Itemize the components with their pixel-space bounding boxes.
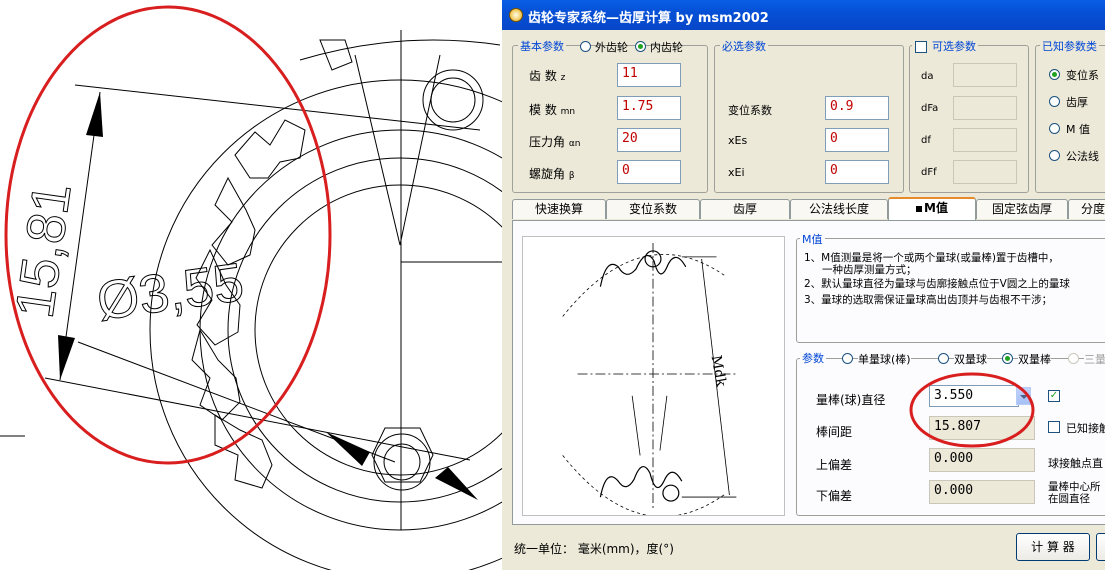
upper-deviation-label: 上偏差 (816, 458, 853, 472)
da-label: da (921, 71, 934, 82)
rod-center-circle-label-2: 在圆直径 (1048, 493, 1090, 505)
known-m-value-label: M 值 (1066, 123, 1090, 136)
red-highlight-ellipse-inputs (909, 372, 1035, 448)
required-params-legend: 必选参数 (720, 38, 768, 54)
known-shift-label: 变位系 (1066, 69, 1099, 82)
xes-label: xEs (728, 134, 748, 147)
module-label: 模 数 mn (529, 103, 576, 117)
known-base-tangent-radio[interactable] (1049, 150, 1060, 161)
external-gear-label: 外齿轮 (595, 41, 628, 54)
ball-contact-label: 球接触点直 (1048, 457, 1103, 470)
title-bar[interactable]: 齿轮专家系统—齿厚计算 by msm2002 (502, 0, 1105, 30)
pressure-angle-input[interactable]: 20 (617, 128, 681, 152)
double-rod-label: 双量棒 (1018, 351, 1051, 367)
da-input[interactable] (953, 63, 1017, 87)
external-gear-radio[interactable] (580, 41, 591, 52)
dfa-input[interactable] (953, 96, 1017, 120)
known-contact-label: 已知接触 (1066, 422, 1105, 435)
xes-input[interactable]: 0 (825, 128, 889, 152)
tab-base-tangent[interactable]: 公法线长度 (790, 199, 888, 219)
tab-pitch[interactable]: 分度 (1068, 199, 1105, 219)
tab-shift-coefficient[interactable]: 变位系数 (606, 199, 700, 219)
df-input[interactable] (953, 128, 1017, 152)
basic-params-legend: 基本参数 (518, 38, 566, 54)
double-rod-radio[interactable] (1002, 353, 1013, 364)
dimension-diameter-text: Ø3,55 (93, 252, 247, 332)
triple-ball-radio[interactable] (1068, 353, 1079, 364)
m-value-note-3: 3、量球的选取需保证量球高出齿顶并与齿根不干涉； (804, 294, 1053, 306)
rod-spacing-label: 棒间距 (816, 425, 853, 439)
dff-label: dFf (921, 167, 937, 178)
tab-m-value[interactable]: M值 (888, 197, 976, 221)
internal-gear-radio[interactable] (635, 41, 646, 52)
dfa-label: dFa (921, 103, 939, 114)
m-value-diagram: Mdk (522, 236, 785, 516)
m-value-notes-legend: M值 (800, 231, 825, 247)
tab-m-value-square-icon (916, 205, 923, 212)
known-contact-checkbox[interactable] (1048, 421, 1060, 433)
upper-deviation-output: 0.000 (929, 448, 1035, 472)
pressure-angle-label: 压力角 αn (529, 135, 581, 149)
double-ball-radio[interactable] (938, 353, 949, 364)
xei-label: xEi (728, 166, 745, 179)
m-value-note-1b: 一种齿厚测量方式； (822, 264, 917, 276)
known-m-value-radio[interactable] (1049, 123, 1060, 134)
window-title: 齿轮专家系统—齿厚计算 by msm2002 (528, 11, 769, 26)
double-ball-label: 双量球 (954, 351, 987, 367)
known-shift-radio[interactable] (1049, 69, 1060, 80)
tab-quick-convert[interactable]: 快速换算 (512, 199, 606, 219)
dff-input[interactable] (953, 160, 1017, 184)
optional-params-checkbox[interactable] (915, 41, 927, 53)
tab-chordal-thickness[interactable]: 固定弦齿厚 (976, 199, 1068, 219)
xei-input[interactable]: 0 (825, 160, 889, 184)
module-input[interactable]: 1.75 (617, 96, 681, 120)
single-ball-radio[interactable] (842, 353, 853, 364)
shift-coefficient-input[interactable]: 0.9 (825, 96, 889, 120)
cad-drawing: 15,81 Ø3,55 (0, 5, 502, 570)
next-button[interactable] (1096, 533, 1105, 561)
triple-ball-label: 三量 (1084, 351, 1105, 367)
gear-app-icon (509, 8, 523, 22)
known-base-tangent-label: 公法线 (1066, 150, 1099, 163)
rod-diameter-checkbox[interactable]: ✓ (1048, 390, 1060, 402)
known-thickness-label: 齿厚 (1066, 96, 1088, 109)
helix-angle-label: 螺旋角 β (529, 167, 575, 181)
teeth-count-label: 齿 数 z (529, 69, 566, 83)
helix-angle-input[interactable]: 0 (617, 160, 681, 184)
df-label: df (921, 135, 931, 146)
m-value-note-2: 2、默认量球直径为量球与齿廓接触点位于V圆之上的量球 (804, 278, 1070, 290)
known-thickness-radio[interactable] (1049, 96, 1060, 107)
unit-status-text: 统一单位： 毫米(mm)，度(°) (514, 542, 674, 556)
tab-tooth-thickness[interactable]: 齿厚 (700, 199, 790, 219)
known-params-legend: 已知参数类 (1040, 38, 1099, 54)
single-ball-label: 单量球(棒) (858, 351, 911, 367)
params-legend: 参数 (800, 350, 826, 366)
lower-deviation-label: 下偏差 (816, 489, 853, 503)
teeth-count-input[interactable]: 11 (617, 63, 681, 87)
gear-expert-window: 齿轮专家系统—齿厚计算 by msm2002 基本参数 外齿轮 内齿轮 齿 数 … (502, 0, 1105, 570)
shift-coefficient-label: 变位系数 (728, 104, 772, 117)
internal-gear-label: 内齿轮 (650, 41, 683, 54)
m-diagram-label: Mdk (708, 354, 729, 388)
calculator-button[interactable]: 计 算 器 (1016, 533, 1090, 561)
lower-deviation-output: 0.000 (929, 480, 1035, 504)
rod-diameter-label: 量棒(球)直径 (816, 393, 886, 407)
